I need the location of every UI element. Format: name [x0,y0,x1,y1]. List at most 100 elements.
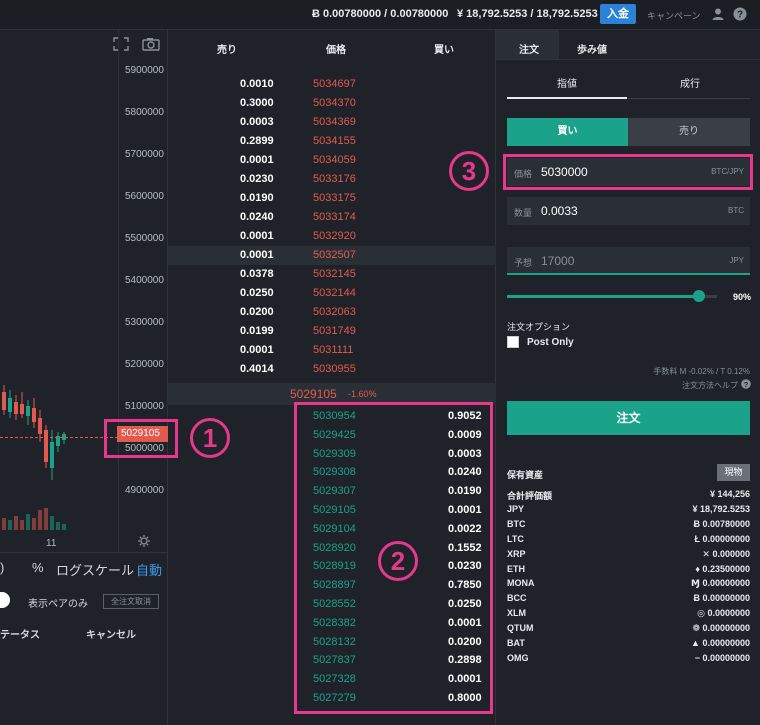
fullscreen-icon[interactable] [113,37,129,51]
ask-price: 5033175 [313,192,356,204]
camera-icon[interactable] [142,37,160,51]
amount-input[interactable] [541,204,691,218]
ask-price: 5031749 [313,325,356,337]
asset-value: Ɱ 0.00000000 [690,578,750,589]
ask-price: 5034155 [313,135,356,147]
buy-column-header: 買い [434,45,454,56]
ask-row[interactable]: 0.2899 5034155 [168,132,496,151]
asset-row: JPY ¥ 18,792.5253 [507,503,750,518]
ask-row[interactable]: 0.0001 5034059 [168,151,496,170]
cancel-column-header: キャンセル [86,630,136,641]
help-icon[interactable]: ? [741,379,751,389]
auto-scale-toggle[interactable]: 自動 [136,560,162,579]
spot-badge[interactable]: 現物 [717,464,750,481]
subtab-limit[interactable]: 指値 [557,75,577,90]
amount-field[interactable]: 数量 BTC [507,197,750,225]
ask-quantity: 0.0010 [240,78,274,90]
ask-quantity: 0.4014 [240,363,274,375]
ask-row[interactable]: 0.0190 5033175 [168,189,496,208]
ask-row[interactable]: 0.0001 5032920 [168,227,496,246]
log-scale-toggle[interactable]: ログスケール [56,560,134,579]
ask-price: 5034370 [313,97,356,109]
order-help-link[interactable]: 注文方法ヘルプ [682,380,738,391]
ask-row[interactable]: 0.0001 5032507 [168,246,496,265]
ask-price: 5032507 [313,249,356,261]
last-price: 5029105 [290,387,337,401]
y-axis-tick: 5500000 [125,233,164,244]
ask-price: 5033176 [313,173,356,185]
subtab-market[interactable]: 成行 [680,75,700,90]
asset-value: − 0.00000000 [694,652,750,663]
pair-only-label: 表示ペアのみ [28,599,88,610]
asset-value: ◎ 0.0000000 [697,608,750,619]
y-axis-tick: 5700000 [125,149,164,160]
asset-value: Ƀ 0.00000000 [693,593,750,604]
campaign-link[interactable]: キャンペーン [647,9,701,22]
deposit-button[interactable]: 入金 [600,4,636,24]
ask-quantity: 0.3000 [240,97,274,109]
asset-row: BCC Ƀ 0.00000000 [507,592,750,607]
estimate-input[interactable] [541,254,691,268]
asset-name: OMG [507,652,529,663]
asset-row: OMG − 0.00000000 [507,652,750,667]
settings-gear-icon[interactable] [137,534,151,548]
post-only-checkbox[interactable] [507,336,519,348]
ask-price: 5032144 [313,287,356,299]
asset-row: BAT ▲ 0.00000000 [507,637,750,652]
y-axis-tick: 5200000 [125,359,164,370]
assets-title: 保有資産 [507,470,544,480]
ask-row[interactable]: 0.0010 5034697 [168,75,496,94]
fee-text: 手数料 M -0.02% / T 0.12% [653,367,750,376]
ask-row[interactable]: 0.0250 5032144 [168,284,496,303]
asset-row: QTUM ❁ 0.00000000 [507,622,750,637]
asset-row: LTC Ł 0.00000000 [507,533,750,548]
sell-column-header: 売り [217,45,237,56]
ask-row[interactable]: 0.0200 5032063 [168,303,496,322]
tab-order[interactable]: 注文 [519,41,539,56]
ask-price: 5034059 [313,154,356,166]
ask-row[interactable]: 0.0001 5031111 [168,341,496,360]
y-axis-tick: 5400000 [125,275,164,286]
ask-row[interactable]: 0.3000 5034370 [168,94,496,113]
ask-row[interactable]: 0.0230 5033176 [168,170,496,189]
price-change: -1.60% [348,389,377,399]
y-axis-tick: 4900000 [125,485,164,496]
percent-scale-toggle[interactable]: % [32,560,44,575]
asset-value: Ƀ 0.00780000 [693,518,750,529]
help-icon[interactable]: ? [733,7,747,21]
buy-side-button[interactable]: 買い [507,118,628,146]
submit-order-button[interactable]: 注文 [507,401,750,435]
annotation-number-3: 3 [449,151,489,191]
ask-price: 5032920 [313,230,356,242]
asset-row: BTC Ƀ 0.00780000 [507,518,750,533]
asset-name: XRP [507,548,526,559]
tab-trade-history[interactable]: 歩み値 [577,41,607,56]
asset-row: ETH ♦ 0.23500000 [507,563,750,578]
asset-name: LTC [507,533,524,544]
asset-name: BTC [507,518,526,529]
cancel-all-orders-button[interactable]: 全注文取消 [103,594,159,609]
candlestick-series [2,385,66,530]
sell-side-button[interactable]: 売り [628,118,750,146]
jpy-balance: ¥ 18,792.5253 / 18,792.5253 [457,8,598,20]
amount-slider-handle[interactable] [693,290,705,302]
post-only-label: Post Only [527,337,574,348]
current-price-line [0,437,118,438]
ask-row[interactable]: 0.0378 5032145 [168,265,496,284]
ask-row[interactable]: 0.0003 5034369 [168,113,496,132]
subtab-active-indicator [507,97,627,99]
asset-name: ETH [507,563,525,574]
asset-name: QTUM [507,623,534,634]
ask-row[interactable]: 0.0240 5033174 [168,208,496,227]
ask-quantity: 0.0230 [240,173,274,185]
annotation-number-2: 2 [378,541,418,581]
ask-row[interactable]: 0.0199 5031749 [168,322,496,341]
ask-quantity: 0.0378 [240,268,274,280]
ask-price: 5034369 [313,116,356,128]
user-icon[interactable] [711,7,725,21]
y-axis-tick: 5300000 [125,317,164,328]
annotation-number-1: 1 [190,418,230,458]
ask-row[interactable]: 0.4014 5030955 [168,360,496,379]
ask-quantity: 0.0003 [240,116,274,128]
estimate-field[interactable]: 予想 JPY [507,247,750,275]
